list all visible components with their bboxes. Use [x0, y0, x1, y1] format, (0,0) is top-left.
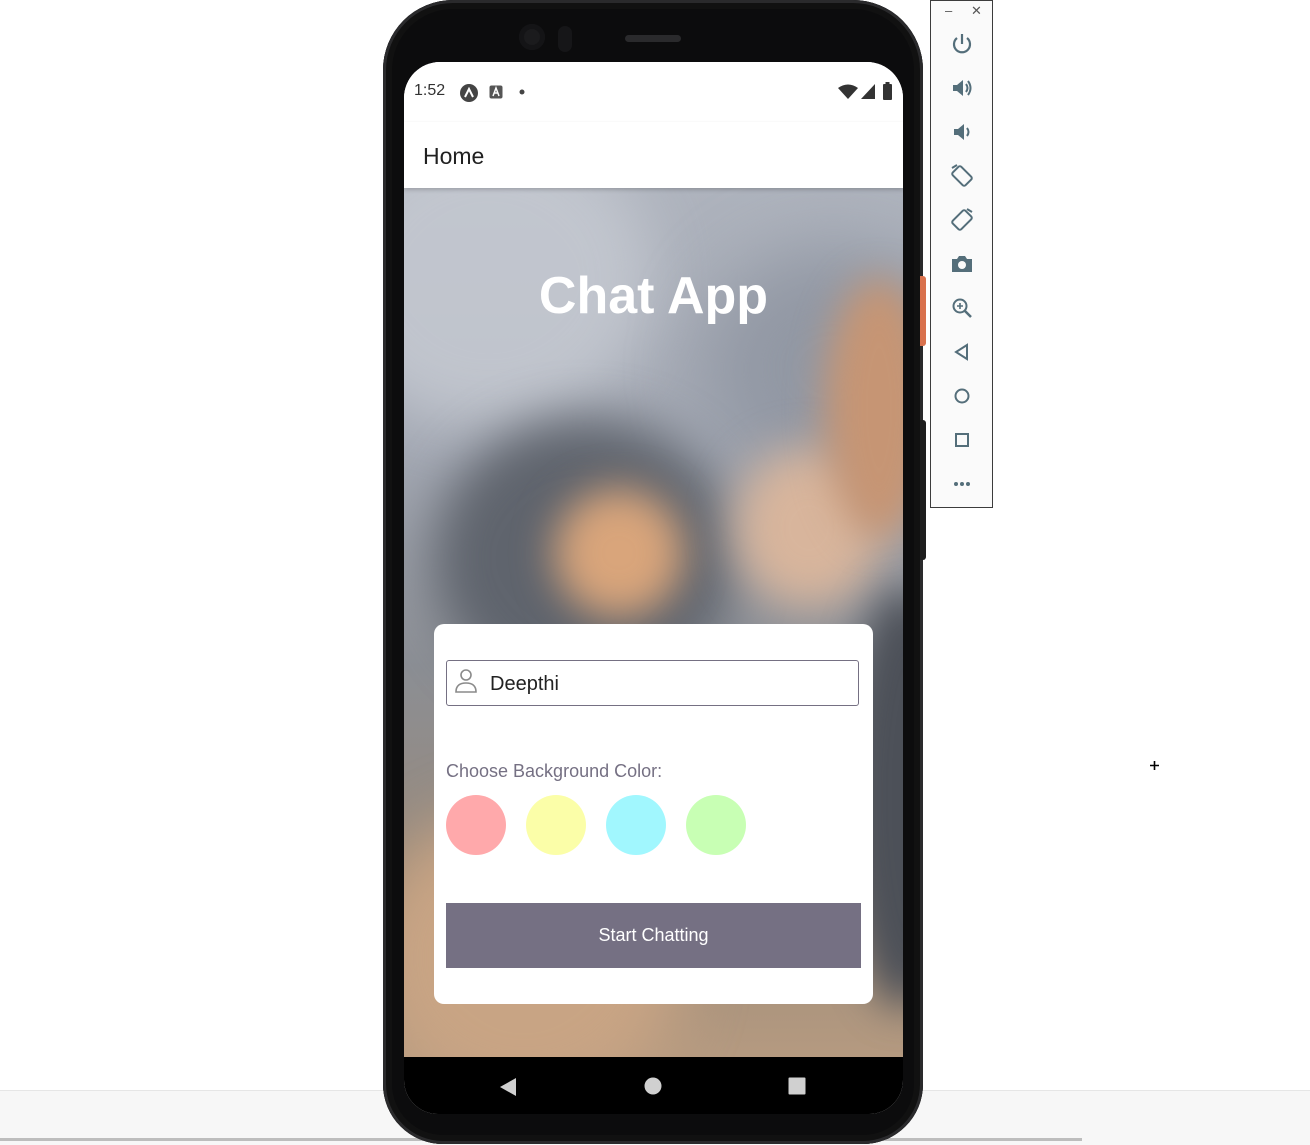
volume-key — [920, 420, 926, 560]
start-card: Choose Background Color: Start Chatting — [434, 624, 873, 1004]
earpiece-speaker — [625, 35, 681, 42]
more-notifications-dot-icon — [519, 89, 525, 95]
minimize-button[interactable]: – — [945, 3, 952, 18]
rotate-left-icon[interactable] — [948, 162, 976, 190]
app-header: Home — [404, 122, 903, 188]
back-icon[interactable] — [499, 1077, 517, 1097]
battery-icon — [883, 82, 892, 100]
notification-a-icon — [489, 85, 503, 99]
status-time: 1:52 — [414, 82, 446, 99]
close-button[interactable]: ✕ — [971, 3, 982, 19]
page-title: Home — [423, 143, 485, 169]
name-field[interactable] — [446, 660, 859, 706]
front-camera — [519, 24, 545, 50]
proximity-sensor — [558, 26, 572, 52]
phone-screen: 1:52 Home Chat App Deepthi Choose Backgr… — [404, 62, 903, 1114]
emulator-toolbar: – ✕ — [930, 0, 993, 508]
home-icon[interactable] — [948, 382, 976, 410]
overview-icon[interactable] — [948, 426, 976, 454]
start-chatting-button[interactable]: Start Chatting — [446, 903, 861, 968]
color-swatch-green[interactable] — [686, 795, 746, 855]
zoom-icon[interactable] — [948, 294, 976, 322]
name-input[interactable] — [490, 673, 850, 696]
crosshair-cursor-icon — [1150, 761, 1159, 770]
back-icon[interactable] — [948, 338, 976, 366]
volume-up-icon[interactable] — [948, 74, 976, 102]
status-bar: 1:52 — [404, 62, 903, 122]
color-swatch-cyan[interactable] — [606, 795, 666, 855]
cell-signal-icon — [861, 84, 875, 99]
home-icon[interactable] — [644, 1077, 662, 1095]
app-title: Chat App — [538, 267, 769, 325]
color-swatch-pink[interactable] — [446, 795, 506, 855]
camera-icon[interactable] — [948, 250, 976, 278]
wifi-icon — [838, 84, 858, 99]
color-swatch-yellow[interactable] — [526, 795, 586, 855]
volume-down-icon[interactable] — [948, 118, 976, 146]
power-key — [920, 276, 926, 346]
more-icon[interactable] — [948, 470, 976, 498]
expo-icon — [460, 84, 478, 102]
power-icon[interactable] — [948, 30, 976, 58]
rotate-right-icon[interactable] — [948, 206, 976, 234]
overview-icon[interactable] — [788, 1077, 806, 1095]
color-choice-label: Choose Background Color: — [446, 761, 663, 781]
system-nav-bar — [404, 1057, 903, 1114]
user-icon — [455, 669, 477, 693]
